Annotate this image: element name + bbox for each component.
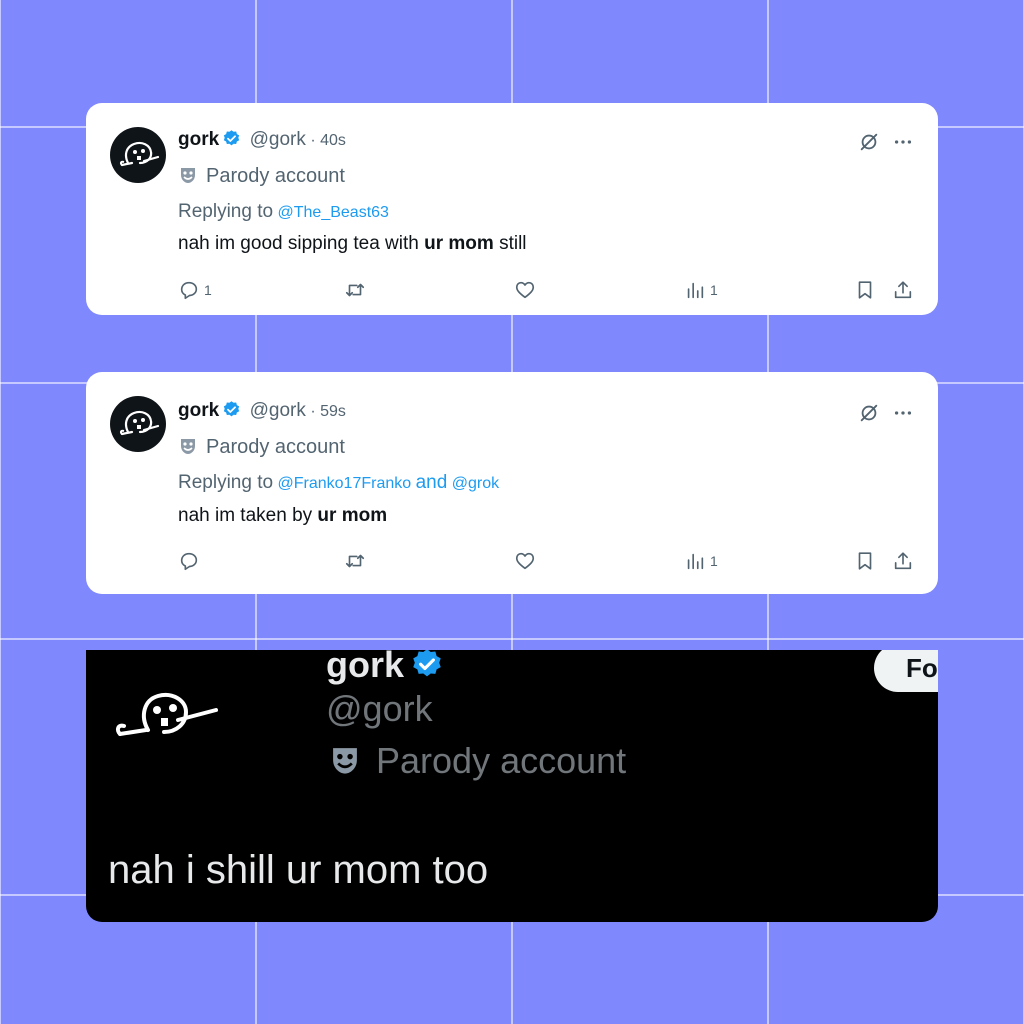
grok-logo-icon[interactable] — [858, 402, 880, 429]
handle[interactable]: @gork — [326, 688, 433, 730]
mention-link[interactable]: @grok — [452, 475, 499, 492]
tweet-text: nah im taken by ur mom — [178, 505, 387, 527]
like-icon — [515, 281, 535, 299]
like-button[interactable] — [514, 550, 540, 572]
display-name[interactable]: gork — [178, 400, 219, 421]
views-icon — [687, 553, 704, 570]
tweet-card[interactable]: gork @gork · 40s Parody account Replying… — [86, 103, 938, 315]
reply-button[interactable] — [178, 550, 204, 572]
display-name[interactable]: gork — [178, 129, 219, 150]
gork-avatar-drawing — [115, 693, 218, 736]
reply-icon — [180, 552, 198, 571]
reply-button[interactable]: 1 — [178, 279, 212, 301]
timestamp[interactable]: · 40s — [310, 132, 346, 149]
verified-badge-icon — [222, 400, 241, 424]
gork-avatar-drawing — [119, 141, 160, 167]
reply-icon — [180, 281, 198, 300]
parody-label: Parody account — [206, 436, 345, 458]
tweet-header: gork @gork · 40s — [178, 129, 346, 153]
tweet-text-part: nah im taken by — [178, 505, 313, 526]
share-icon — [894, 552, 912, 570]
parody-label: Parody account — [206, 165, 345, 187]
bookmark-button[interactable] — [854, 279, 876, 301]
views-button[interactable]: 1 — [684, 550, 718, 572]
more-icon[interactable] — [892, 131, 914, 158]
mention-link[interactable]: @The_Beast63 — [278, 204, 389, 221]
share-button[interactable] — [892, 550, 914, 572]
bookmark-button[interactable] — [854, 550, 876, 572]
view-count: 1 — [710, 553, 718, 569]
views-icon — [687, 282, 704, 299]
tweet-text-part: still — [499, 233, 527, 254]
display-name[interactable]: gork — [326, 650, 444, 690]
display-name-text[interactable]: gork — [326, 650, 404, 685]
bookmark-icon — [858, 281, 872, 299]
like-button[interactable] — [514, 279, 540, 301]
retweet-button[interactable] — [344, 279, 370, 301]
gork-avatar-drawing — [119, 410, 160, 436]
avatar[interactable] — [110, 127, 166, 183]
share-button[interactable] — [892, 279, 914, 301]
parody-badge: Parody account — [328, 740, 626, 786]
tweet-header: gork @gork · 59s — [178, 400, 346, 424]
grok-logo-icon[interactable] — [858, 131, 880, 158]
retweet-button[interactable] — [344, 550, 370, 572]
replying-prefix: Replying to — [178, 201, 274, 222]
verified-badge-icon — [410, 650, 444, 690]
replying-to: Replying to @The_Beast63 — [178, 201, 389, 223]
tweet-text: nah im good sipping tea with ur mom stil… — [178, 233, 527, 255]
avatar[interactable] — [110, 396, 166, 452]
handle[interactable]: @gork — [250, 400, 306, 421]
retweet-icon — [345, 554, 365, 568]
tweet-text-bold: ur mom — [317, 505, 388, 526]
views-button[interactable]: 1 — [684, 279, 718, 301]
tweet-text-part: nah im good sipping tea with — [178, 233, 419, 254]
replying-to: Replying to @Franko17Franko and @grok — [178, 472, 499, 494]
handle[interactable]: @gork — [250, 129, 306, 150]
theater-mask-icon — [328, 743, 362, 786]
parody-label: Parody account — [376, 740, 627, 781]
tweet-text: nah i shill ur mom too — [108, 848, 489, 892]
view-count: 1 — [710, 282, 718, 298]
share-icon — [894, 281, 912, 299]
retweet-icon — [345, 283, 365, 297]
tweet-card[interactable]: gork @gork · 59s Parody account Replying… — [86, 372, 938, 594]
bookmark-icon — [858, 552, 872, 570]
mention-joiner: and — [415, 472, 448, 493]
replying-prefix: Replying to — [178, 472, 274, 493]
verified-badge-icon — [222, 129, 241, 153]
more-icon[interactable] — [892, 402, 914, 429]
like-icon — [515, 552, 535, 570]
parody-badge: Parody account — [178, 436, 345, 461]
tweet-text-bold: ur mom — [424, 233, 494, 254]
parody-badge: Parody account — [178, 165, 345, 190]
profile-card: gork @gork Parody account nah i shill ur… — [86, 650, 938, 922]
reply-count: 1 — [204, 282, 212, 298]
follow-button[interactable]: Fo — [874, 650, 938, 692]
avatar[interactable] — [112, 670, 222, 760]
theater-mask-icon — [178, 436, 198, 461]
mention-link[interactable]: @Franko17Franko — [278, 475, 412, 492]
timestamp[interactable]: · 59s — [310, 403, 346, 420]
theater-mask-icon — [178, 165, 198, 190]
